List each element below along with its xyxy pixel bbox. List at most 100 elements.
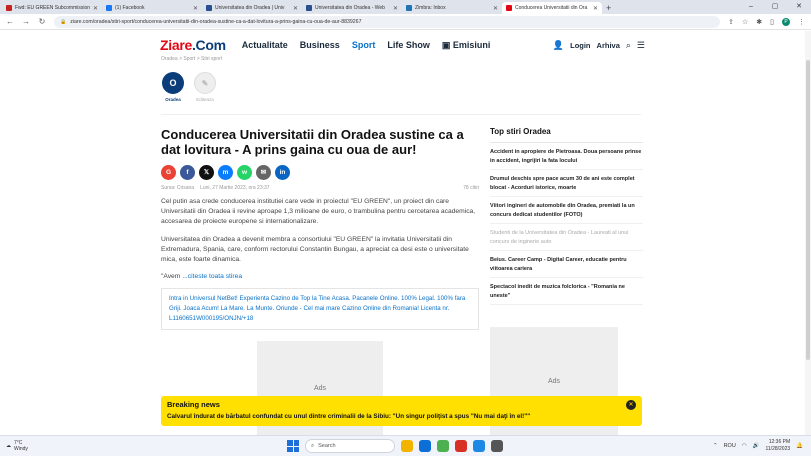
- nav-emisiuni-label: Emisiuni: [452, 39, 491, 50]
- nav-actualitate[interactable]: Actualitate: [242, 40, 288, 51]
- browser-tab[interactable]: Universitatea din Oradea | Univ ✕: [202, 2, 302, 14]
- tab-label: Universitatea din Oradea | Univ: [215, 5, 285, 11]
- extensions-icon[interactable]: ✱: [756, 18, 762, 26]
- windows-start-icon[interactable]: [287, 440, 299, 452]
- bookmark-star-icon[interactable]: ☆: [742, 18, 748, 26]
- notifications-bell-icon[interactable]: 🔔: [796, 443, 803, 449]
- toolbar-icons: ⇪ ☆ ✱ ▯ P ⋮: [728, 17, 805, 26]
- sidebar-news-item[interactable]: Beius. Career Camp - Digital Career, edu…: [490, 253, 643, 278]
- sidebar-news-item[interactable]: Viitori ingineri de automobile din Orade…: [490, 199, 643, 224]
- url-bar[interactable]: 🔒 ziare.com/oradea/stiri-sport/conducere…: [54, 15, 721, 28]
- source-editeaza[interactable]: ✎ Editeaza: [193, 72, 217, 102]
- breadcrumb[interactable]: Oradea > Sport > Stiri sport: [161, 56, 222, 62]
- tab-close-icon[interactable]: ✕: [593, 5, 598, 12]
- article-quote: "Avem ...citeste toata stirea: [161, 273, 479, 280]
- hamburger-menu-icon[interactable]: ☰: [637, 40, 645, 51]
- tab-favicon-icon: [506, 5, 512, 11]
- tab-label: Zimbra: Inbox: [415, 5, 446, 11]
- reload-icon[interactable]: ↻: [38, 17, 46, 26]
- article-ads-label: Ads: [313, 384, 327, 392]
- tab-close-icon[interactable]: ✕: [493, 5, 498, 12]
- tab-label: Universitatea din Oradea - Web: [315, 5, 385, 11]
- login-link[interactable]: Login: [570, 41, 590, 50]
- sidebar-icon[interactable]: ▯: [770, 18, 774, 26]
- window-controls: – ▢ ✕: [739, 0, 811, 14]
- browser-tab[interactable]: Zimbra: Inbox ✕: [402, 2, 502, 14]
- search-icon[interactable]: ⌕: [626, 40, 631, 51]
- weather-widget[interactable]: ☁ 7°C Windy: [6, 440, 28, 452]
- close-icon[interactable]: ✕: [626, 400, 636, 410]
- tab-close-icon[interactable]: ✕: [293, 5, 298, 12]
- share-button-icon[interactable]: ✉: [256, 165, 271, 180]
- taskbar-app-icon[interactable]: [491, 440, 503, 452]
- menu-dots-icon[interactable]: ⋮: [798, 18, 805, 26]
- share-button-icon[interactable]: 𝕏: [199, 165, 214, 180]
- share-button-icon[interactable]: f: [180, 165, 195, 180]
- logo-main-text: Ziare: [160, 37, 192, 53]
- nav-sport[interactable]: Sport: [352, 40, 376, 51]
- nav-business[interactable]: Business: [300, 40, 340, 51]
- new-tab-button[interactable]: +: [606, 2, 611, 14]
- back-arrow-icon[interactable]: ←: [6, 17, 14, 26]
- url-text: ziare.com/oradea/stiri-sport/conducerea-…: [70, 18, 362, 25]
- taskbar-app-icon[interactable]: [455, 440, 467, 452]
- wifi-icon[interactable]: ◠: [742, 443, 747, 449]
- nav-life-show[interactable]: Life Show: [387, 40, 430, 51]
- minimize-button[interactable]: –: [739, 0, 763, 14]
- close-window-button[interactable]: ✕: [787, 0, 811, 14]
- browser-tab[interactable]: Fwd: EU GREEN Subcommission ✕: [2, 2, 102, 14]
- taskbar-app-icon[interactable]: [437, 440, 449, 452]
- tab-close-icon[interactable]: ✕: [193, 5, 198, 12]
- site-logo[interactable]: Ziare.Com: [160, 37, 226, 53]
- maximize-button[interactable]: ▢: [763, 0, 787, 14]
- breaking-news-banner[interactable]: Breaking news Calvarul îndurat de bărbat…: [161, 396, 642, 426]
- sidebar-news-item[interactable]: Accident in apropiere de Pietroasa. Doua…: [490, 145, 643, 170]
- user-icon[interactable]: 👤: [553, 40, 564, 51]
- taskbar-app-icon[interactable]: [473, 440, 485, 452]
- share-button-icon[interactable]: w: [237, 165, 252, 180]
- sidebar-top-news: Top stiri Oradea Accident in apropiere d…: [490, 127, 643, 305]
- sidebar-news-item[interactable]: Drumul deschis spre pace acum 30 de ani …: [490, 172, 643, 197]
- windows-taskbar: ☁ 7°C Windy ⌕ Search ⌃ ROU ◠ 🔊 12:36 PM …: [0, 435, 811, 456]
- browser-tab[interactable]: Universitatea din Oradea - Web ✕: [302, 2, 402, 14]
- search-icon: ⌕: [311, 442, 315, 449]
- volume-icon[interactable]: 🔊: [753, 443, 760, 449]
- taskbar-search[interactable]: ⌕ Search: [305, 439, 395, 453]
- taskbar-app-icon[interactable]: [419, 440, 431, 452]
- main-nav: Actualitate Business Sport Life Show ▣ E…: [242, 40, 491, 51]
- share-page-icon[interactable]: ⇪: [728, 18, 734, 26]
- forward-arrow-icon[interactable]: →: [22, 17, 30, 26]
- profile-avatar[interactable]: P: [782, 17, 790, 26]
- article-paragraph-1: Cel putin asa crede conducerea instituti…: [161, 198, 476, 225]
- taskbar-apps: [401, 440, 503, 452]
- scrollbar-thumb[interactable]: [806, 60, 810, 360]
- tab-close-icon[interactable]: ✕: [393, 5, 398, 12]
- sponsored-text-ad[interactable]: Intra in Universul NetBet! Experienta Ca…: [161, 288, 479, 330]
- breaking-news-text[interactable]: Calvarul îndurat de bărbatul confundat c…: [167, 413, 636, 420]
- share-button-icon[interactable]: m: [218, 165, 233, 180]
- quote-start: "Avem: [161, 273, 181, 280]
- taskbar-search-label: Search: [318, 443, 336, 449]
- tab-close-icon[interactable]: ✕: [93, 5, 98, 12]
- article-source[interactable]: Sursa: Crisana: [161, 185, 194, 191]
- sidebar-news-item[interactable]: Spectacol inedit de muzica folclorica - …: [490, 280, 643, 305]
- browser-tab[interactable]: (1) Facebook ✕: [102, 2, 202, 14]
- lock-icon: 🔒: [60, 18, 67, 25]
- tab-label: (1) Facebook: [115, 5, 145, 11]
- source-oradea[interactable]: O Oradea: [161, 72, 185, 102]
- nav-emisiuni[interactable]: ▣ Emisiuni: [442, 40, 491, 51]
- system-clock[interactable]: 12:36 PM 11/28/2023: [765, 439, 790, 453]
- article-paragraph-2: Universitatea din Oradea a devenit membr…: [161, 236, 469, 263]
- clock-date: 11/28/2023: [765, 446, 791, 452]
- taskbar-app-icon[interactable]: [401, 440, 413, 452]
- chevron-up-icon[interactable]: ⌃: [713, 443, 718, 449]
- logo-suffix-text: .Com: [191, 37, 226, 53]
- read-more-link[interactable]: ...citeste toata stirea: [182, 273, 242, 280]
- arhiva-link[interactable]: Arhiva: [597, 41, 620, 50]
- browser-tab[interactable]: Conducerea Universitatii din Ora ✕: [502, 2, 602, 14]
- sidebar-news-item[interactable]: Studenti de la Universitatea din Oradea …: [490, 226, 643, 251]
- share-button-icon[interactable]: G: [161, 165, 176, 180]
- language-indicator[interactable]: ROU: [724, 443, 736, 449]
- tab-favicon-icon: [6, 5, 12, 11]
- share-button-icon[interactable]: in: [275, 165, 290, 180]
